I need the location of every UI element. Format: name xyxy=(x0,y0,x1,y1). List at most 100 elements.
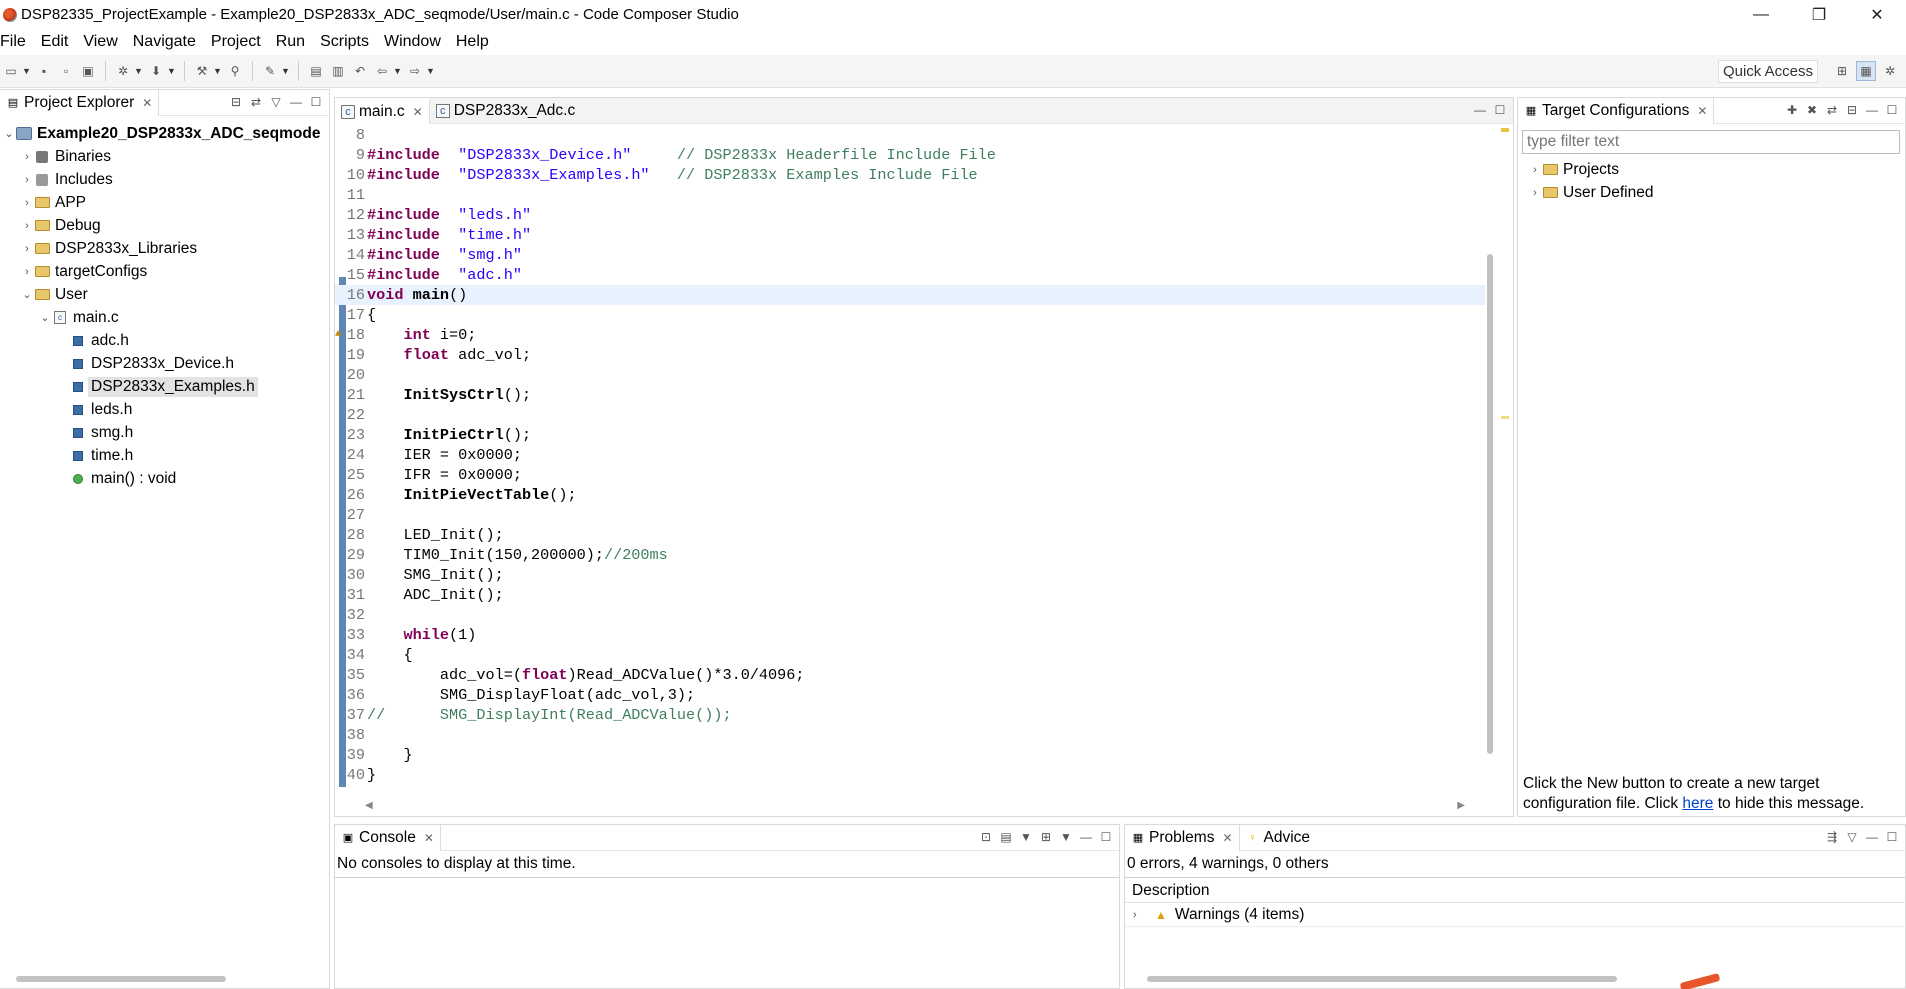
code-line[interactable]: 11 xyxy=(335,185,1485,205)
annotation-icon[interactable]: ▤ xyxy=(307,62,325,80)
minimize-view-icon[interactable]: — xyxy=(287,93,305,111)
vertical-scrollbar[interactable] xyxy=(1487,254,1493,754)
delete-icon[interactable]: ✖ xyxy=(1803,101,1821,119)
marker-icon[interactable]: ✎ xyxy=(261,62,279,80)
code-line[interactable]: 14 #include "smg.h" xyxy=(335,245,1485,265)
overview-ruler-mark[interactable] xyxy=(1501,416,1509,419)
collapse-icon[interactable]: ⌄ xyxy=(20,288,34,301)
menu-help[interactable]: Help xyxy=(454,33,498,51)
code-line[interactable]: 34 { xyxy=(335,645,1485,665)
display-console-icon[interactable]: ▤ xyxy=(997,828,1015,846)
maximize-view-icon[interactable]: ☐ xyxy=(1491,101,1509,119)
code-line[interactable]: 29 TIM0_Init(150,200000);//200ms xyxy=(335,545,1485,565)
marker-dropdown-icon[interactable]: ▼ xyxy=(281,66,290,76)
tree-item[interactable]: adc.h xyxy=(0,329,329,352)
tree-item[interactable]: smg.h xyxy=(0,421,329,444)
collapse-all-icon[interactable]: ⊟ xyxy=(227,93,245,111)
tree-item[interactable]: time.h xyxy=(0,444,329,467)
tree-item[interactable]: › Includes xyxy=(0,168,329,191)
warning-icon[interactable]: ▲ xyxy=(335,329,347,341)
minimize-view-icon[interactable]: — xyxy=(1471,101,1489,119)
close-window-button[interactable]: ✕ xyxy=(1848,0,1906,29)
horizontal-scrollbar[interactable] xyxy=(16,976,226,982)
link-editor-icon[interactable]: ⇄ xyxy=(247,93,265,111)
tree-item[interactable]: leds.h xyxy=(0,398,329,421)
maximize-view-icon[interactable]: ☐ xyxy=(1883,101,1901,119)
hide-message-link[interactable]: here xyxy=(1682,795,1713,812)
menu-run[interactable]: Run xyxy=(274,33,314,51)
tree-item[interactable]: ⌄ c main.c xyxy=(0,306,329,329)
code-line[interactable]: 17{ xyxy=(335,305,1485,325)
code-line[interactable]: 10 #include "DSP2833x_Examples.h" // DSP2… xyxy=(335,165,1485,185)
maximize-view-icon[interactable]: ☐ xyxy=(1883,828,1901,846)
build-dropdown-icon[interactable]: ▼ xyxy=(213,66,222,76)
expand-icon[interactable]: › xyxy=(20,151,34,163)
expand-icon[interactable]: › xyxy=(1528,187,1542,199)
tab-console[interactable]: ▣ Console ✕ xyxy=(335,825,441,851)
filter-input[interactable] xyxy=(1522,130,1900,154)
code-line[interactable]: 18 int i=0; xyxy=(335,325,1485,345)
menu-view[interactable]: View xyxy=(81,33,126,51)
code-line[interactable]: 21 InitSysCtrl(); xyxy=(335,385,1485,405)
pin-console-icon[interactable]: ⊡ xyxy=(977,828,995,846)
code-line[interactable]: 8 xyxy=(335,125,1485,145)
filter-icon[interactable]: ⇶ xyxy=(1823,828,1841,846)
code-line[interactable]: 13 #include "time.h" xyxy=(335,225,1485,245)
code-line[interactable]: 37// SMG_DisplayInt(Read_ADCValue()); xyxy=(335,705,1485,725)
close-icon[interactable]: ✕ xyxy=(1222,831,1232,845)
back-icon[interactable]: ⇦ xyxy=(373,62,391,80)
maximize-button[interactable]: ❐ xyxy=(1790,0,1848,29)
code-line[interactable]: 9 #include "DSP2833x_Device.h" // DSP2833… xyxy=(335,145,1485,165)
menu-file[interactable]: File xyxy=(0,33,35,51)
scroll-left-icon[interactable]: ◀ xyxy=(365,800,373,811)
horizontal-scrollbar[interactable]: ◀ ▶ xyxy=(365,798,1465,812)
menu-window[interactable]: Window xyxy=(382,33,450,51)
close-icon[interactable]: ✕ xyxy=(142,96,152,110)
ccs-edit-perspective-icon[interactable]: ▦ xyxy=(1856,61,1876,81)
tree-item-projects[interactable]: › Projects xyxy=(1518,158,1905,181)
new-target-config-icon[interactable]: ✚ xyxy=(1783,101,1801,119)
build-icon[interactable]: ⚒ xyxy=(193,62,211,80)
tree-item[interactable]: ⌄ User xyxy=(0,283,329,306)
tree-item[interactable]: › DSP2833x_Libraries xyxy=(0,237,329,260)
code-line[interactable]: 39 } xyxy=(335,745,1485,765)
code-line[interactable]: 24 IER = 0x0000; xyxy=(335,445,1485,465)
code-line[interactable]: 26 InitPieVectTable(); xyxy=(335,485,1485,505)
debug-icon[interactable]: ✲ xyxy=(114,62,132,80)
expand-icon[interactable]: › xyxy=(20,220,34,232)
code-line[interactable]: 12 #include "leds.h" xyxy=(335,205,1485,225)
new-icon[interactable]: ▭ xyxy=(2,62,20,80)
toggle-block-icon[interactable]: ▥ xyxy=(329,62,347,80)
menu-edit[interactable]: Edit xyxy=(39,33,78,51)
close-icon[interactable]: ✕ xyxy=(424,831,434,845)
tab-main-c[interactable]: c main.c ✕ xyxy=(335,98,430,124)
tree-item[interactable]: DSP2833x_Examples.h xyxy=(0,375,329,398)
last-edit-icon[interactable]: ↶ xyxy=(351,62,369,80)
search-icon[interactable]: ⚲ xyxy=(226,62,244,80)
code-line[interactable]: 32 xyxy=(335,605,1485,625)
code-line[interactable]: 28 LED_Init(); xyxy=(335,525,1485,545)
code-line[interactable]: 25 IFR = 0x0000; xyxy=(335,465,1485,485)
flash-dropdown-icon[interactable]: ▼ xyxy=(167,66,176,76)
tree-item[interactable]: ⌄ Example20_DSP2833x_ADC_seqmode xyxy=(0,122,329,145)
open-perspective-icon[interactable]: ⊞ xyxy=(1832,61,1852,81)
minimize-view-icon[interactable]: — xyxy=(1077,828,1095,846)
code-line[interactable]: 31 ADC_Init(); xyxy=(335,585,1485,605)
tab-advice[interactable]: ♀ Advice xyxy=(1240,825,1317,851)
display-console-dropdown-icon[interactable]: ▼ xyxy=(1017,828,1035,846)
expand-icon[interactable]: › xyxy=(20,197,34,209)
column-header-description[interactable]: Description xyxy=(1125,878,1905,903)
maximize-view-icon[interactable]: ☐ xyxy=(307,93,325,111)
tab-problems[interactable]: ▦ Problems ✕ xyxy=(1125,825,1240,851)
debug-dropdown-icon[interactable]: ▼ xyxy=(134,66,143,76)
menu-navigate[interactable]: Navigate xyxy=(131,33,205,51)
expand-icon[interactable]: › xyxy=(20,266,34,278)
expand-icon[interactable]: › xyxy=(20,243,34,255)
code-line[interactable]: 40} xyxy=(335,765,1485,785)
expand-icon[interactable]: › xyxy=(20,174,34,186)
tab-dsp2833x-adc-c[interactable]: c DSP2833x_Adc.c xyxy=(430,98,582,124)
minimize-view-icon[interactable]: — xyxy=(1863,101,1881,119)
menu-scripts[interactable]: Scripts xyxy=(318,33,378,51)
open-console-icon[interactable]: ⊞ xyxy=(1037,828,1055,846)
tree-item-user-defined[interactable]: › User Defined xyxy=(1518,181,1905,204)
